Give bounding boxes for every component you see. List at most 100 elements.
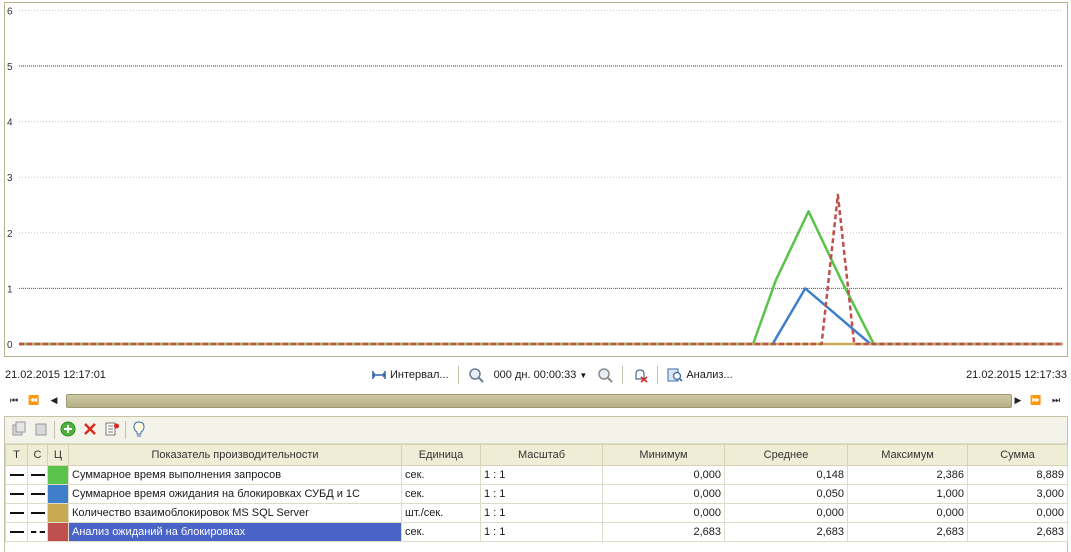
series-line (19, 193, 1063, 346)
interval-label: Интервал... (390, 369, 449, 381)
indicator-name-cell[interactable]: Анализ ожиданий на блокировках (68, 522, 402, 542)
period-start: 21.02.2015 12:17:01 (5, 369, 106, 381)
avg-cell[interactable]: 0,000 (724, 503, 848, 523)
analysis-icon (667, 367, 683, 383)
last-button[interactable]: ⏭ (1048, 392, 1064, 408)
bell-cross-icon (632, 367, 648, 383)
unit-cell[interactable]: сек. (401, 522, 481, 542)
properties-icon (104, 421, 120, 440)
scale-cell[interactable]: 1 : 1 (480, 484, 603, 504)
scale-cell[interactable]: 1 : 1 (480, 522, 603, 542)
clear-bell-button[interactable] (629, 366, 651, 384)
indicators-panel: Т С Ц Показатель производительности Един… (4, 416, 1068, 552)
line-style-cell[interactable] (27, 465, 48, 485)
line-style-cell[interactable] (27, 522, 48, 542)
col-header-scale[interactable]: Масштаб (480, 444, 603, 466)
max-cell[interactable]: 2,386 (847, 465, 968, 485)
close-icon (82, 421, 98, 440)
table-row[interactable]: Количество взаимоблокировок MS SQL Serve… (5, 503, 1068, 523)
fast-back-button[interactable]: ⏪ (26, 392, 42, 408)
unit-cell[interactable]: сек. (401, 484, 481, 504)
avg-cell[interactable]: 2,683 (724, 522, 848, 542)
table-toolbar (5, 417, 1067, 444)
min-cell[interactable]: 0,000 (602, 465, 725, 485)
indicator-name-cell[interactable]: Суммарное время выполнения запросов (68, 465, 402, 485)
col-header-indicator[interactable]: Показатель производительности (68, 444, 402, 466)
time-scrollbar[interactable]: ⏮ ⏪ ◀ ▶ ⏩ ⏭ (4, 392, 1066, 408)
max-cell[interactable]: 2,683 (847, 522, 968, 542)
line-thickness-cell[interactable] (5, 465, 28, 485)
sum-cell[interactable]: 3,000 (967, 484, 1068, 504)
col-header-c[interactable]: Ц (47, 444, 69, 466)
max-cell[interactable]: 0,000 (847, 503, 968, 523)
col-header-s[interactable]: С (27, 444, 48, 466)
min-cell[interactable]: 0,000 (602, 484, 725, 504)
col-header-unit[interactable]: Единица (401, 444, 481, 466)
interval-button[interactable]: Интервал... (368, 366, 452, 384)
line-thickness-cell[interactable] (5, 484, 28, 504)
y-tick-label: 0 (7, 340, 13, 351)
line-style-cell[interactable] (27, 503, 48, 523)
first-button[interactable]: ⏮ (6, 392, 22, 408)
performance-chart: 0 1 2 3 4 5 6 (7, 6, 1063, 351)
unit-cell[interactable]: сек. (401, 465, 481, 485)
series-line (19, 210, 1063, 346)
scale-cell[interactable]: 1 : 1 (480, 503, 603, 523)
zoom-in-icon (468, 367, 484, 383)
fast-forward-button[interactable]: ⏩ (1028, 392, 1044, 408)
period-dropdown[interactable]: 000 дн. 00:00:33 ▼ (491, 368, 591, 382)
zoom-in-button[interactable] (465, 366, 487, 384)
line-thickness-cell[interactable] (5, 503, 28, 523)
table-header: Т С Ц Показатель производительности Един… (5, 444, 1068, 466)
sum-cell[interactable]: 2,683 (967, 522, 1068, 542)
table-row[interactable]: Анализ ожиданий на блокировках сек. 1 : 12… (5, 522, 1068, 542)
line-thickness-sample (9, 493, 24, 496)
chart-panel[interactable]: 0 1 2 3 4 5 6 (4, 2, 1068, 357)
sum-cell[interactable]: 0,000 (967, 503, 1068, 523)
delete-button[interactable] (81, 421, 99, 439)
max-cell[interactable]: 1,000 (847, 484, 968, 504)
hint-button[interactable] (130, 420, 148, 439)
avg-cell[interactable]: 0,148 (724, 465, 848, 485)
unit-cell[interactable]: шт./сек. (401, 503, 481, 523)
col-header-t[interactable]: Т (5, 444, 28, 466)
indicator-name-cell[interactable]: Суммарное время ожидания на блокировках … (68, 484, 402, 504)
forward-button[interactable]: ▶ (1010, 392, 1026, 408)
sum-cell[interactable]: 8,889 (967, 465, 1068, 485)
col-header-avg[interactable]: Среднее (724, 444, 848, 466)
color-swatch (48, 523, 68, 541)
copy-button[interactable] (10, 421, 28, 439)
avg-cell[interactable]: 0,050 (724, 484, 848, 504)
period-label: 000 дн. 00:00:33 (493, 369, 577, 381)
series-line (19, 287, 1063, 346)
add-button[interactable] (59, 421, 77, 439)
chevron-down-icon: ▼ (579, 370, 588, 380)
col-header-sum[interactable]: Сумма (967, 444, 1068, 466)
min-cell[interactable]: 2,683 (602, 522, 725, 542)
color-swatch (48, 504, 68, 522)
copy-icon (11, 421, 27, 440)
paste-button[interactable] (32, 421, 50, 439)
zoom-out-button[interactable] (594, 366, 616, 384)
table-row[interactable]: Суммарное время выполнения запросов сек. 1… (5, 465, 1068, 485)
col-header-max[interactable]: Максимум (847, 444, 968, 466)
properties-button[interactable] (103, 421, 121, 439)
line-style-sample (30, 493, 45, 496)
color-cell[interactable] (47, 522, 69, 542)
back-button[interactable]: ◀ (46, 392, 62, 408)
indicators-table: Т С Ц Показатель производительности Един… (5, 444, 1068, 542)
color-cell[interactable] (47, 465, 69, 485)
color-cell[interactable] (47, 484, 69, 504)
min-cell[interactable]: 0,000 (602, 503, 725, 523)
line-thickness-cell[interactable] (5, 522, 28, 542)
y-tick-label: 6 (7, 6, 13, 17)
analysis-button[interactable]: Анализ... (664, 366, 735, 384)
indicator-name-cell[interactable]: Количество взаимоблокировок MS SQL Serve… (68, 503, 402, 523)
scroll-thumb[interactable] (66, 394, 1012, 408)
col-header-min[interactable]: Минимум (602, 444, 725, 466)
scale-cell[interactable]: 1 : 1 (480, 465, 603, 485)
line-style-cell[interactable] (27, 484, 48, 504)
table-row[interactable]: Суммарное время ожидания на блокировках … (5, 484, 1068, 504)
line-thickness-sample (9, 474, 24, 477)
color-cell[interactable] (47, 503, 69, 523)
